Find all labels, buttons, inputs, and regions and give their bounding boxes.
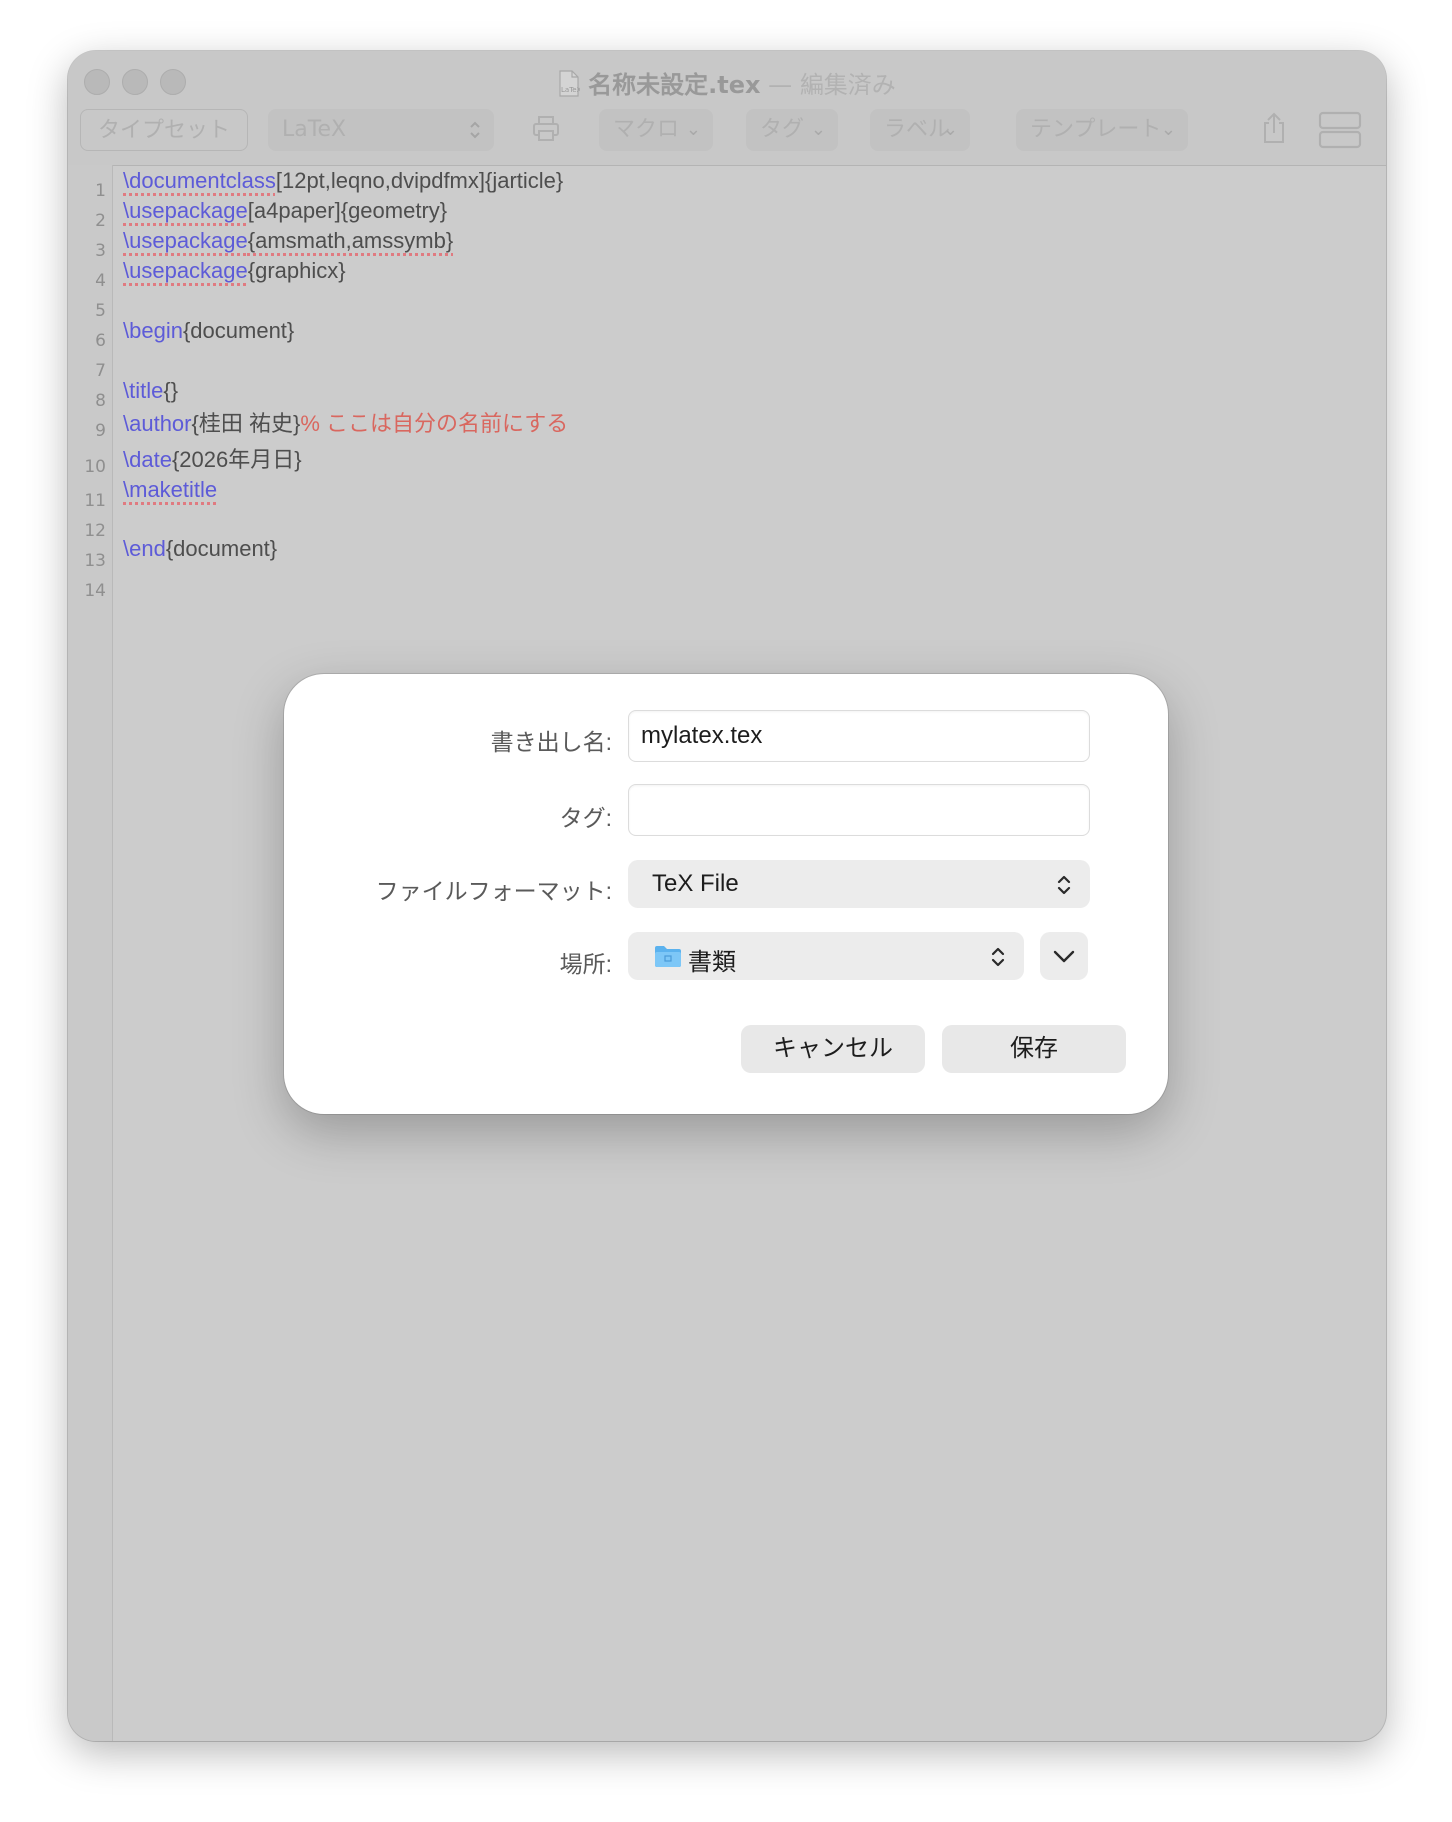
export-name-value: mylatex.tex	[641, 722, 763, 749]
code-line[interactable]: \documentclass[12pt,leqno,dvipdfmx]{jart…	[123, 168, 563, 194]
chevron-down-icon: ⌄	[810, 119, 826, 140]
line-number: 8	[95, 391, 106, 411]
share-icon[interactable]	[1260, 111, 1288, 145]
tag-menu[interactable]: タグ ⌄	[746, 109, 838, 151]
latex-command: \begin	[123, 318, 183, 343]
file-format-value: TeX File	[652, 870, 739, 897]
latex-command: \title	[123, 378, 164, 403]
tag-menu-label: タグ	[760, 117, 805, 142]
line-number: 11	[84, 491, 106, 511]
engine-popup[interactable]: LaTeX	[268, 109, 494, 151]
latex-command: \usepackage	[123, 198, 248, 223]
engine-popup-value: LaTeX	[282, 117, 347, 142]
latex-args: {2026年月日}	[171, 447, 302, 472]
latex-args: {桂田 祐史}	[191, 411, 301, 436]
macro-menu-label: マクロ	[613, 117, 680, 142]
code-line[interactable]: \usepackage{graphicx}	[123, 258, 346, 284]
code-line[interactable]: \author{桂田 祐史}% ここは自分の名前にする	[123, 406, 568, 438]
line-number: 14	[84, 581, 106, 601]
file-format-label: ファイルフォーマット:	[375, 878, 612, 904]
tags-label: タグ:	[559, 805, 612, 831]
latex-args: [12pt,leqno,dvipdfmx]{jarticle}	[275, 168, 564, 193]
line-number: 7	[95, 361, 106, 381]
line-number: 13	[84, 551, 106, 571]
label-menu[interactable]: ラベル ⌄	[870, 109, 970, 151]
save-button[interactable]: 保存	[942, 1025, 1126, 1073]
latex-command: \date	[123, 447, 172, 472]
line-number: 6	[95, 331, 106, 351]
code-line[interactable]: \end{document}	[123, 536, 277, 562]
tags-field[interactable]	[628, 784, 1090, 836]
chevron-down-icon: ⌄	[1160, 119, 1176, 140]
template-menu-label: テンプレート	[1030, 117, 1162, 142]
title-bar: LaTeX 名称未設定.tex — 編集済み タイプセット LaTeX マクロ ⌄…	[68, 51, 1386, 166]
latex-document-icon: LaTeX	[559, 70, 580, 97]
latex-command: \usepackage	[123, 228, 248, 253]
folder-icon	[655, 946, 681, 967]
code-line[interactable]: \usepackage[a4paper]{geometry}	[123, 198, 447, 224]
latex-comment: % ここは自分の名前にする	[300, 411, 569, 436]
latex-args: {document}	[182, 318, 295, 343]
location-value: 書類	[688, 949, 736, 976]
line-number: 4	[95, 271, 106, 291]
export-name-field[interactable]: mylatex.tex	[628, 710, 1090, 762]
edit-state: 編集済み	[799, 71, 896, 99]
latex-command: \author	[123, 411, 192, 436]
chevron-down-icon	[1053, 950, 1075, 963]
location-label: 場所:	[559, 951, 612, 977]
printer-icon[interactable]	[531, 114, 561, 144]
latex-command: \documentclass	[123, 168, 276, 193]
line-number-gutter: 1 2 3 4 5 6 7 8 9 10 11 12 13 14	[68, 165, 113, 1741]
cancel-button[interactable]: キャンセル	[741, 1025, 925, 1073]
typeset-button[interactable]: タイプセット	[80, 109, 248, 151]
latex-args: {}	[163, 378, 179, 403]
file-format-popup[interactable]: TeX File	[628, 860, 1090, 908]
code-line[interactable]: \begin{document}	[123, 318, 294, 344]
latex-command: \usepackage	[123, 258, 248, 283]
label-menu-label: ラベル	[884, 117, 951, 142]
latex-command: \end	[123, 536, 166, 561]
location-popup[interactable]: 書類	[628, 932, 1024, 980]
line-number: 2	[95, 211, 106, 231]
chevron-down-icon: ⌄	[942, 119, 958, 140]
document-name: 名称未設定.tex	[588, 71, 761, 99]
split-view-icon[interactable]	[1318, 111, 1362, 149]
latex-args: [a4paper]{geometry}	[247, 198, 448, 223]
latex-args: {document}	[165, 536, 278, 561]
expand-browser-button[interactable]	[1040, 932, 1088, 980]
line-number: 12	[84, 521, 106, 541]
window-title: LaTeX 名称未設定.tex — 編集済み	[68, 65, 1386, 100]
macro-menu[interactable]: マクロ ⌄	[599, 109, 713, 151]
up-down-chevron-icon	[470, 121, 480, 139]
code-line[interactable]: \title{}	[123, 378, 178, 404]
line-number: 5	[95, 301, 106, 321]
latex-args: {amsmath,amssymb}	[247, 228, 454, 253]
latex-args: {graphicx}	[247, 258, 346, 283]
up-down-chevron-icon	[991, 947, 1005, 967]
template-menu[interactable]: テンプレート ⌄	[1016, 109, 1188, 151]
code-line[interactable]: \date{2026年月日}	[123, 442, 302, 474]
up-down-chevron-icon	[1057, 875, 1071, 895]
latex-command: \maketitle	[123, 477, 218, 502]
title-separator: —	[768, 71, 793, 99]
line-number: 10	[84, 457, 106, 477]
svg-text:LaTeX: LaTeX	[561, 86, 580, 94]
line-number: 1	[95, 181, 106, 201]
line-number: 9	[95, 421, 106, 441]
line-number: 3	[95, 241, 106, 261]
chevron-down-icon: ⌄	[685, 119, 701, 140]
code-line[interactable]: \usepackage{amsmath,amssymb}	[123, 228, 453, 254]
code-line[interactable]: \maketitle	[123, 477, 217, 503]
export-name-label: 書き出し名:	[490, 729, 612, 755]
save-dialog: 書き出し名: mylatex.tex タグ: ファイルフォーマット: TeX F…	[284, 674, 1168, 1114]
